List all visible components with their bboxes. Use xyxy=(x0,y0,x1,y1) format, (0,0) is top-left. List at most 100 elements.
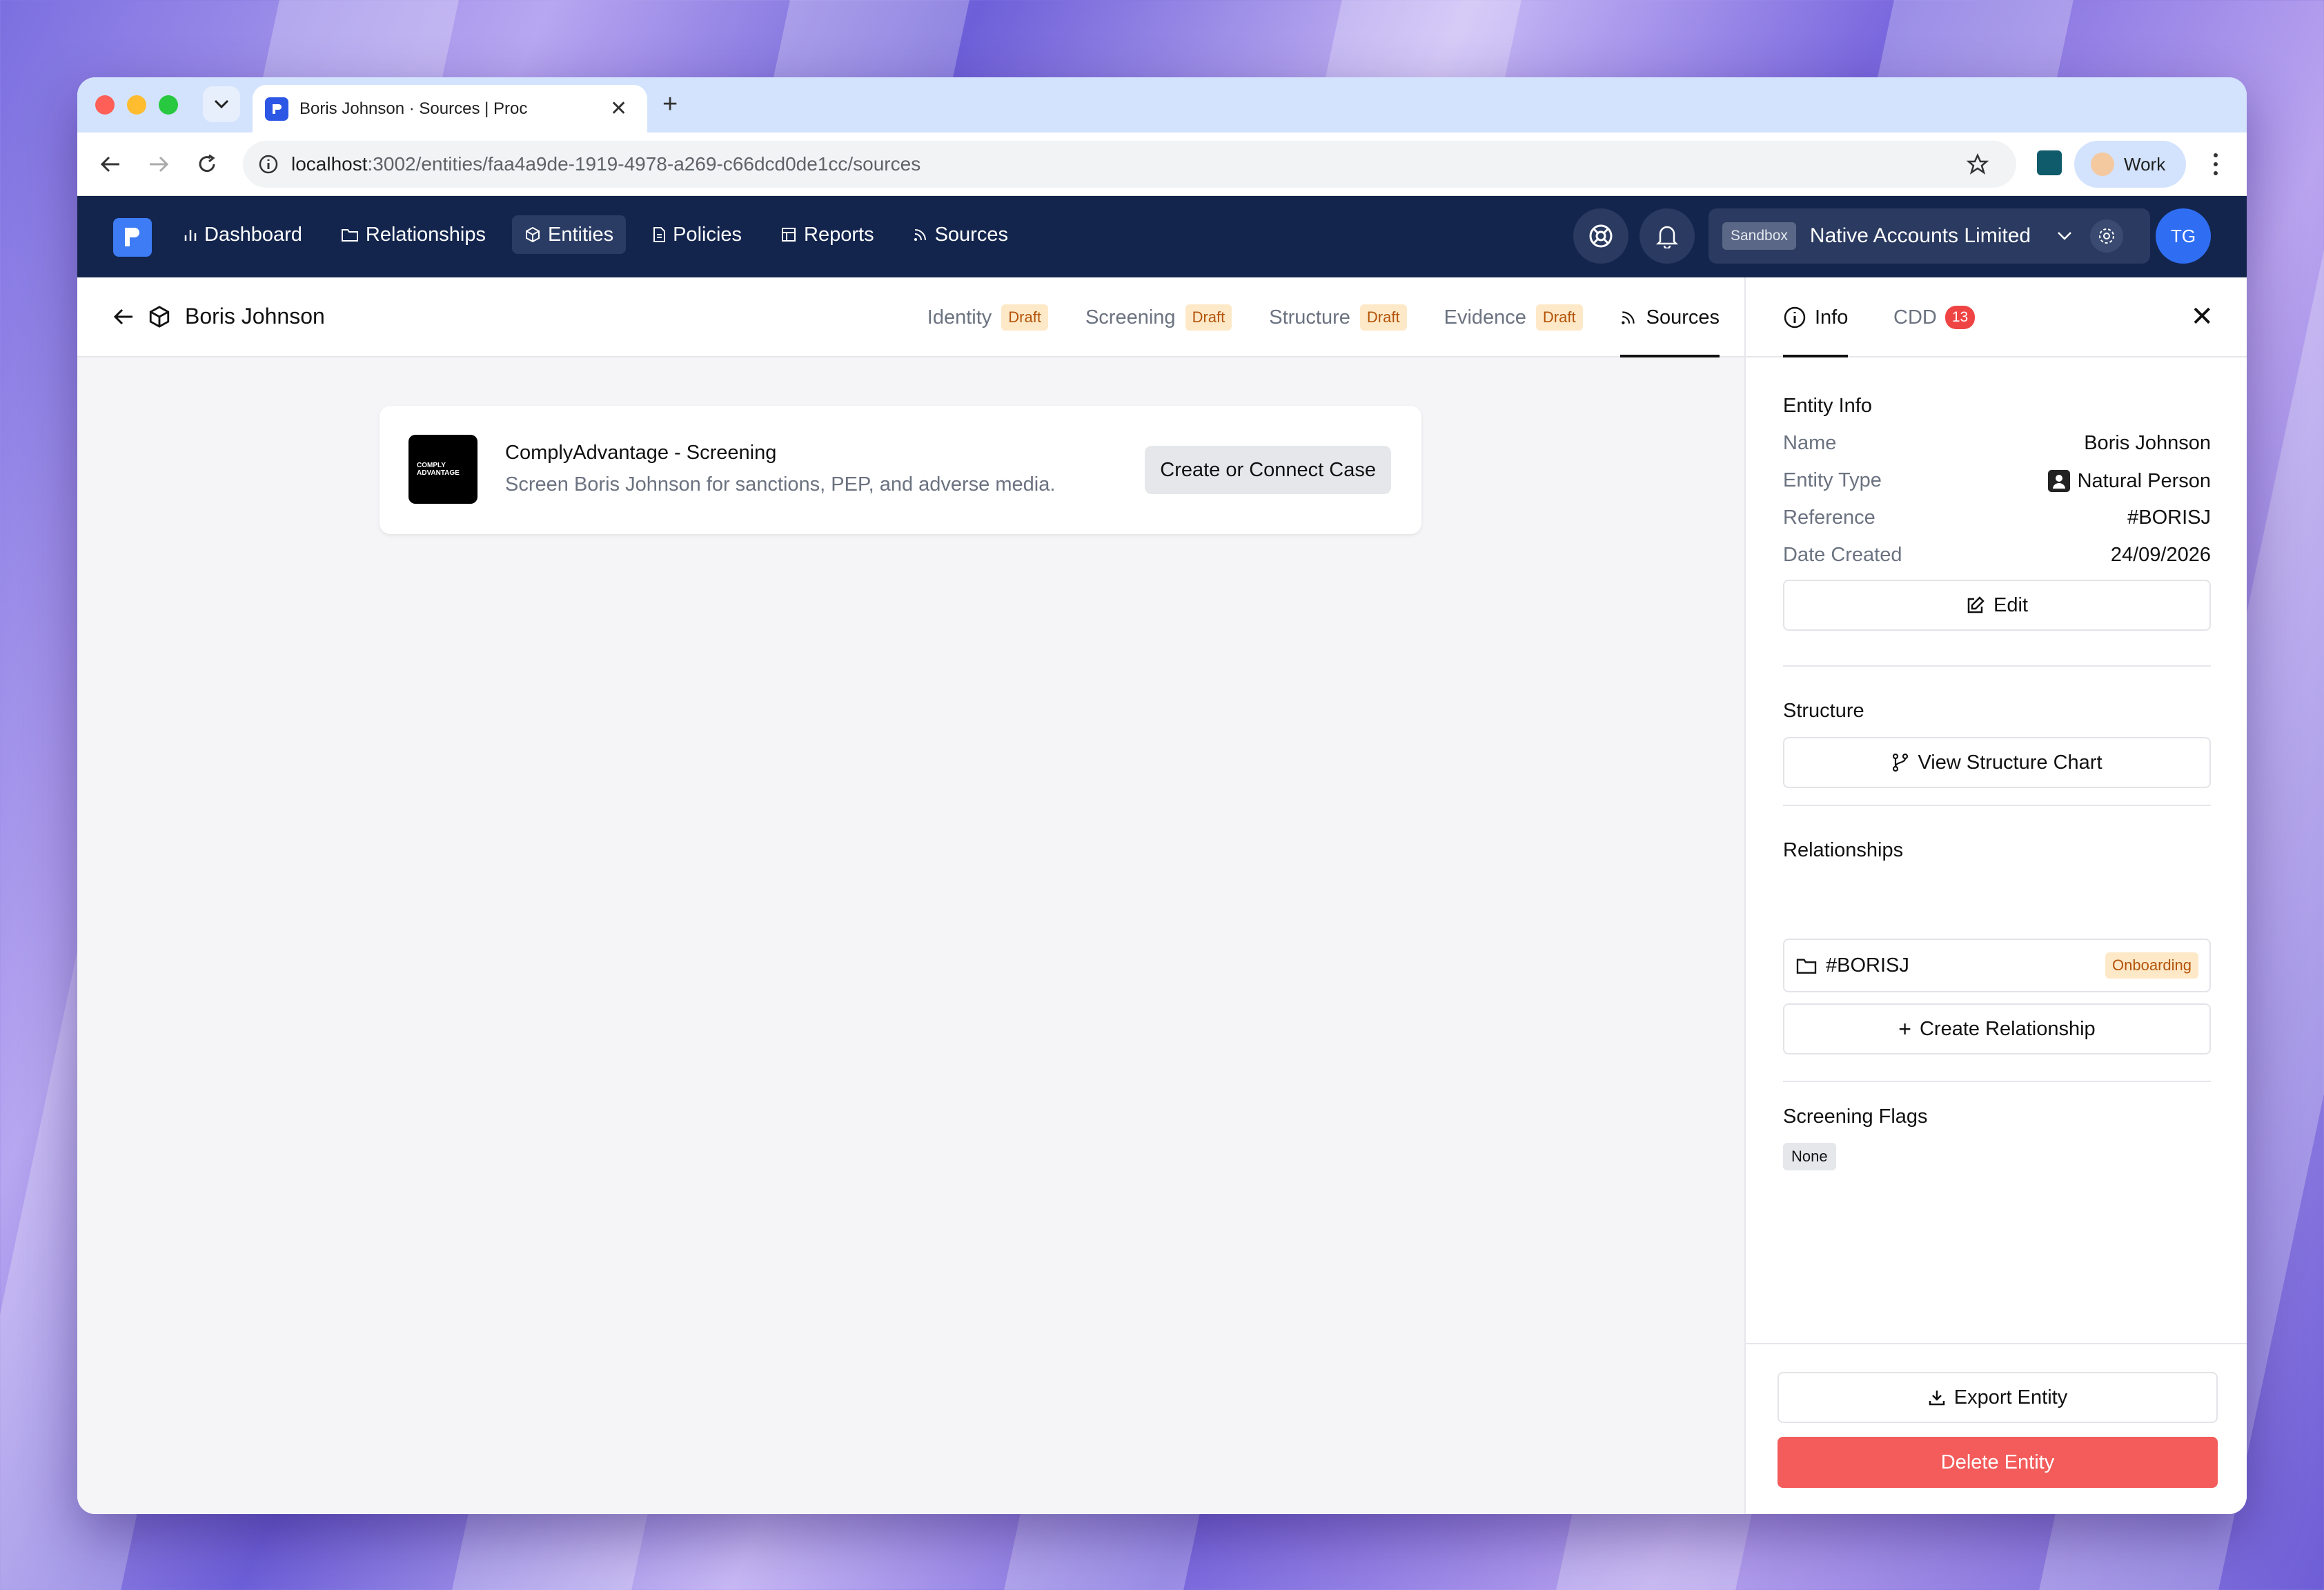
nav-dashboard[interactable]: Dashboard xyxy=(171,215,315,254)
create-relationship-button[interactable]: + Create Relationship xyxy=(1783,1003,2211,1054)
browser-window: Boris Johnson · Sources | Proc ✕ + local… xyxy=(77,77,2247,1514)
reload-button[interactable] xyxy=(192,149,222,179)
tab-identity[interactable]: Identity Draft xyxy=(927,277,1048,357)
app-navbar: Dashboard Relationships Entities Policie… xyxy=(77,196,2247,277)
document-icon xyxy=(653,227,666,242)
arrow-right-icon xyxy=(150,156,169,173)
arrow-left-icon xyxy=(100,156,119,173)
nav-sources[interactable]: Sources xyxy=(900,215,1021,254)
tab-cdd[interactable]: CDD 13 xyxy=(1893,277,1976,357)
rss-icon xyxy=(1621,311,1635,324)
bell-icon xyxy=(1655,226,1679,248)
address-bar[interactable]: localhost:3002/entities/faa4a9de-1919-49… xyxy=(243,141,2016,188)
back-arrow-icon[interactable] xyxy=(113,308,134,326)
nav-relationships[interactable]: Relationships xyxy=(328,215,498,254)
divider xyxy=(1783,805,2211,806)
relationship-item[interactable]: #BORISJ Onboarding xyxy=(1783,939,2211,992)
draft-badge: Draft xyxy=(1001,304,1048,331)
extension-icon[interactable] xyxy=(2037,150,2062,175)
minimize-window-button[interactable] xyxy=(127,95,146,115)
person-icon xyxy=(2047,470,2070,492)
close-window-button[interactable] xyxy=(95,95,115,115)
export-entity-button[interactable]: Export Entity xyxy=(1778,1372,2218,1423)
org-selector[interactable]: Sandbox Native Accounts Limited xyxy=(1708,208,2150,264)
nav-policies[interactable]: Policies xyxy=(640,215,754,254)
bookmark-star-icon[interactable] xyxy=(1967,153,1989,175)
tab-evidence[interactable]: Evidence Draft xyxy=(1444,277,1583,357)
side-tabs: Info CDD 13 ✕ xyxy=(1746,277,2247,357)
structure-title: Structure xyxy=(1783,700,1864,722)
nav-reports[interactable]: Reports xyxy=(768,215,887,254)
site-info-icon xyxy=(259,155,278,174)
browser-tab-title: Boris Johnson · Sources | Proc xyxy=(299,99,528,118)
screening-flags-title: Screening Flags xyxy=(1783,1106,1928,1128)
browser-menu-icon[interactable] xyxy=(2214,153,2219,175)
cdd-count-badge: 13 xyxy=(1944,306,1976,329)
notifications-button[interactable] xyxy=(1639,208,1695,264)
edit-icon xyxy=(1967,596,1985,614)
cube-icon xyxy=(525,226,540,243)
draft-badge: Draft xyxy=(1359,304,1407,331)
delete-entity-button[interactable]: Delete Entity xyxy=(1778,1437,2218,1488)
close-panel-icon[interactable]: ✕ xyxy=(2190,301,2214,333)
field-entity-type: Entity Type Natural Person xyxy=(1783,469,2211,492)
tab-screening[interactable]: Screening Draft xyxy=(1085,277,1232,357)
entity-info-title: Entity Info xyxy=(1783,395,1872,417)
help-button[interactable] xyxy=(1573,208,1628,264)
draft-badge: Draft xyxy=(1185,304,1232,331)
user-avatar[interactable]: TG xyxy=(2156,208,2211,264)
field-date-created: Date Created 24/09/2026 xyxy=(1783,544,2211,566)
lifebuoy-icon xyxy=(1589,224,1613,248)
app-logo[interactable] xyxy=(113,218,152,257)
maximize-window-button[interactable] xyxy=(159,95,178,115)
forward-button[interactable] xyxy=(144,149,174,179)
tab-structure[interactable]: Structure Draft xyxy=(1269,277,1407,357)
gear-icon xyxy=(2098,228,2114,244)
complyadvantage-logo: COMPLY ADVANTAGE xyxy=(408,435,477,504)
folder-icon xyxy=(1796,959,1817,974)
profile-avatar-icon xyxy=(2091,153,2114,176)
field-name: Name Boris Johnson xyxy=(1783,432,2211,454)
folder-icon xyxy=(341,229,358,242)
nav-entities[interactable]: Entities xyxy=(511,215,627,254)
divider xyxy=(1783,1081,2211,1082)
close-tab-icon[interactable]: ✕ xyxy=(610,97,627,121)
source-card: COMPLY ADVANTAGE ComplyAdvantage - Scree… xyxy=(380,406,1421,534)
entity-name: Boris Johnson xyxy=(185,304,325,328)
url-text: localhost:3002/entities/faa4a9de-1919-49… xyxy=(291,153,921,175)
chevron-down-icon xyxy=(2058,232,2071,240)
view-structure-chart-button[interactable]: View Structure Chart xyxy=(1783,737,2211,788)
relationship-ref: #BORISJ xyxy=(1826,954,1909,976)
onboarding-badge: Onboarding xyxy=(2105,952,2198,979)
download-icon xyxy=(1929,1391,1945,1406)
tab-strip: Boris Johnson · Sources | Proc ✕ + xyxy=(77,77,2247,132)
profile-label: Work xyxy=(2124,153,2166,175)
sandbox-badge: Sandbox xyxy=(1722,222,1796,250)
address-row: localhost:3002/entities/faa4a9de-1919-49… xyxy=(77,132,2247,196)
app-favicon-icon xyxy=(265,97,288,121)
tab-search-button[interactable] xyxy=(203,86,240,122)
edit-button[interactable]: Edit xyxy=(1783,580,2211,631)
divider xyxy=(1746,1343,2247,1344)
entity-side-panel: Info CDD 13 ✕ Entity Info Name Boris Joh… xyxy=(1744,277,2247,1514)
bar-chart-icon xyxy=(184,230,197,241)
draft-badge: Draft xyxy=(1535,304,1583,331)
profile-button[interactable]: Work xyxy=(2074,141,2186,188)
plus-icon: + xyxy=(1898,1016,1911,1041)
main-area: Boris Johnson Identity Draft Screening D… xyxy=(77,277,1744,1514)
divider xyxy=(1783,665,2211,667)
org-settings-button[interactable] xyxy=(2089,219,2123,253)
entity-header: Boris Johnson Identity Draft Screening D… xyxy=(77,277,1744,357)
reload-icon xyxy=(199,154,215,173)
tab-sources[interactable]: Sources xyxy=(1619,277,1720,357)
org-name: Native Accounts Limited xyxy=(1809,224,2031,247)
create-connect-case-button[interactable]: Create or Connect Case xyxy=(1145,446,1391,494)
new-tab-button[interactable]: + xyxy=(662,90,678,119)
source-description: Screen Boris Johnson for sanctions, PEP,… xyxy=(505,473,1056,495)
back-button[interactable] xyxy=(95,149,126,179)
browser-tab[interactable]: Boris Johnson · Sources | Proc ✕ xyxy=(253,85,647,132)
tab-info[interactable]: Info xyxy=(1783,277,1849,357)
git-branch-icon xyxy=(1893,753,1909,772)
rss-icon xyxy=(914,229,926,241)
cube-icon xyxy=(149,305,170,328)
